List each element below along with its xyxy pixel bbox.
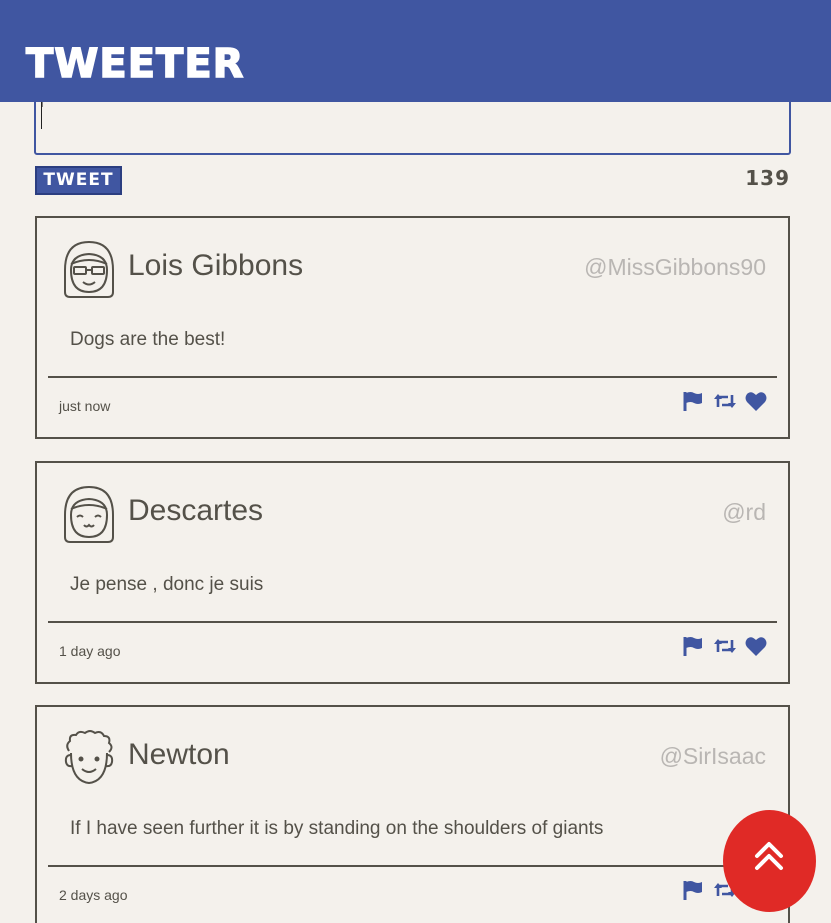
tweet-text: Je pense , donc je suis (70, 574, 264, 595)
tweet-author-handle: @MissGibbons90 (584, 254, 766, 280)
double-chevron-up-icon (755, 842, 783, 870)
tweet-card: Newton @SirIsaac If I have seen further … (35, 705, 790, 923)
flag-icon[interactable] (682, 635, 704, 657)
tweet-author-name: Descartes (128, 494, 264, 527)
heart-icon[interactable] (744, 390, 767, 412)
app-brand[interactable]: Tweeter (25, 43, 244, 85)
retweet-icon[interactable] (713, 635, 736, 657)
character-counter: 139 (745, 166, 790, 190)
tweet-button[interactable]: Tweet (35, 166, 122, 195)
tweet-author-handle: @rd (722, 499, 766, 525)
top-navbar: Tweeter (0, 0, 831, 102)
heart-icon[interactable] (744, 635, 767, 657)
tweet-timestamp: 1 day ago (59, 643, 121, 659)
girl-glasses-avatar (64, 240, 114, 298)
tweet-divider (48, 376, 777, 378)
tweet-textarea[interactable] (36, 102, 789, 152)
tweet-text: If I have seen further it is by standing… (70, 818, 604, 839)
smiling-face-avatar (64, 485, 114, 543)
retweet-icon[interactable] (713, 390, 736, 412)
flag-icon[interactable] (682, 879, 704, 901)
scroll-to-top-button[interactable] (723, 810, 816, 912)
flag-icon[interactable] (682, 390, 704, 412)
curly-hair-avatar (64, 730, 114, 785)
tweet-author-handle: @SirIsaac (659, 743, 766, 769)
tweet-actions (682, 390, 767, 412)
tweet-card: Descartes @rd Je pense , donc je suis 1 … (35, 461, 790, 684)
tweet-actions (682, 635, 767, 657)
tweet-card: Lois Gibbons @MissGibbons90 Dogs are the… (35, 216, 790, 439)
tweet-divider (48, 865, 777, 867)
tweet-divider (48, 621, 777, 623)
tweet-author-name: Lois Gibbons (128, 249, 304, 282)
tweet-author-name: Newton (128, 738, 230, 771)
tweet-timestamp: just now (59, 398, 111, 414)
tweet-timestamp: 2 days ago (59, 887, 128, 903)
tweet-text: Dogs are the best! (70, 329, 226, 350)
